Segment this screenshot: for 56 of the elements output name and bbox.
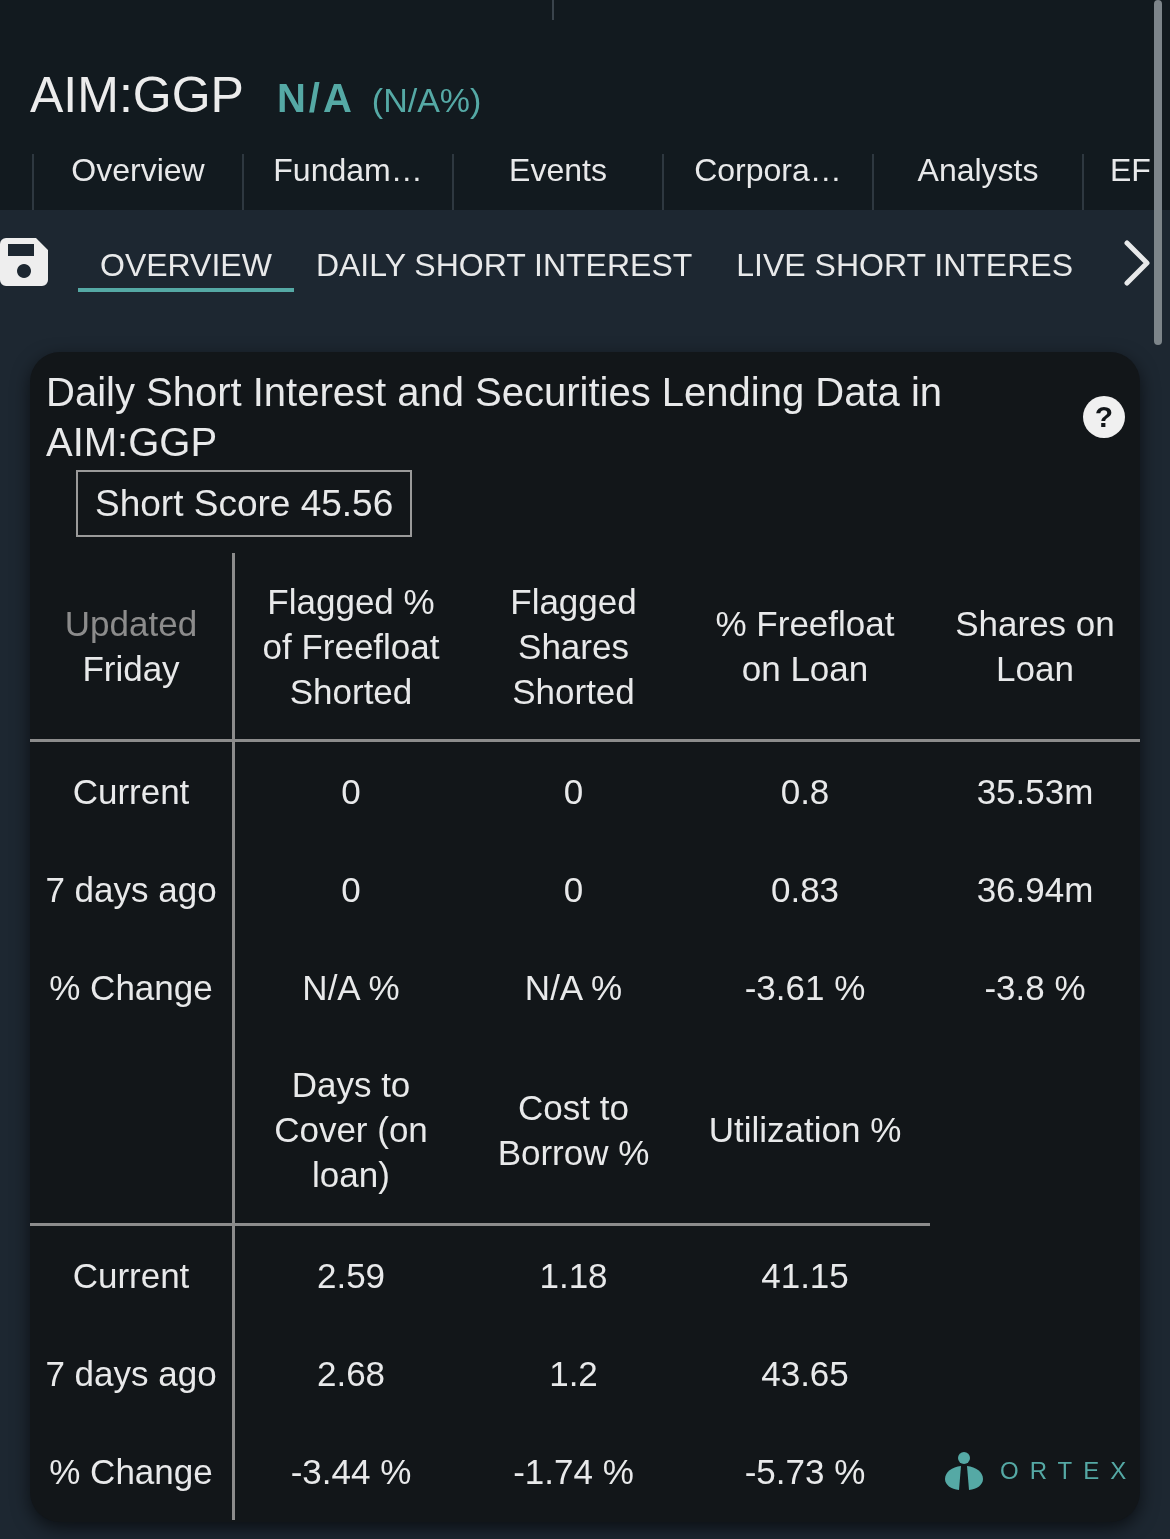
- data-value: 0: [563, 868, 584, 911]
- short-score: Short Score 45.56: [76, 470, 413, 537]
- data-value: 36.94m: [976, 868, 1094, 911]
- row-label: 7 days ago: [45, 1352, 217, 1395]
- data-value: 43.65: [761, 1352, 849, 1395]
- data-value: -3.8 %: [984, 966, 1086, 1009]
- nav-tab[interactable]: Analysts: [872, 154, 1082, 210]
- row-label: % Change: [49, 1450, 213, 1493]
- column-header: Flagged % of Freefloat Shorted: [261, 580, 441, 713]
- save-icon[interactable]: [0, 238, 48, 286]
- data-value: 0.8: [780, 770, 830, 813]
- figure-logo-icon: [945, 1452, 983, 1490]
- column-header: Days to Cover (on loan): [273, 1064, 429, 1196]
- row-label: Current: [72, 770, 190, 813]
- column-header: % Freefloat on Loan: [714, 603, 896, 690]
- data-value: -3.61 %: [744, 966, 866, 1009]
- data-value: 0: [341, 868, 361, 911]
- data-value: -5.73 %: [744, 1450, 866, 1493]
- column-header: Utilization %: [708, 1109, 902, 1151]
- card-title: Daily Short Interest and Securities Lending Data in AIM:GGP: [46, 369, 944, 466]
- row-label: Current: [72, 1254, 190, 1297]
- sub-tab[interactable]: OVERVIEW: [78, 245, 294, 292]
- data-value: 41.15: [761, 1254, 849, 1297]
- ticker-symbol: AIM:GGP: [30, 66, 244, 125]
- data-value: -3.44 %: [290, 1450, 412, 1493]
- data-value: 0.83: [770, 868, 840, 911]
- nav-tab[interactable]: Overview: [32, 154, 242, 210]
- help-button[interactable]: ?: [1083, 396, 1125, 438]
- data-value: 0: [563, 770, 584, 813]
- chevron-right-icon[interactable]: [1124, 240, 1150, 286]
- nav-tab[interactable]: EF: [1082, 154, 1151, 210]
- price-value: N/A: [276, 75, 355, 122]
- sub-tab[interactable]: LIVE SHORT INTERES: [714, 245, 1095, 292]
- nav-tab[interactable]: Corpora…: [662, 154, 872, 210]
- data-value: 0: [341, 770, 361, 813]
- nav-tab[interactable]: Events: [452, 154, 662, 210]
- row-label: 7 days ago: [45, 868, 217, 911]
- nav-tab[interactable]: Fundam…: [242, 154, 452, 210]
- logo-text: ORTEX: [1000, 1456, 1138, 1486]
- data-value: 2.59: [316, 1254, 386, 1297]
- data-value: 2.68: [316, 1352, 386, 1395]
- sub-tab[interactable]: DAILY SHORT INTEREST: [293, 245, 715, 292]
- data-value: 1.18: [539, 1254, 608, 1297]
- updated-day: Friday: [82, 646, 180, 691]
- data-value: -1.74 %: [513, 1450, 634, 1493]
- data-value: N/A %: [302, 966, 400, 1009]
- price-change: (N/A%): [371, 80, 482, 121]
- data-value: N/A %: [524, 966, 623, 1009]
- data-value: 35.53m: [976, 770, 1094, 813]
- row-label: % Change: [49, 966, 213, 1009]
- scrollbar[interactable]: [1154, 0, 1162, 345]
- column-header: Shares on Loan: [954, 603, 1116, 690]
- data-value: 1.2: [549, 1352, 598, 1395]
- updated-label: Updated: [64, 603, 198, 645]
- column-header: Cost to Borrow %: [496, 1086, 651, 1174]
- column-header: Flagged Shares Shorted: [509, 580, 638, 713]
